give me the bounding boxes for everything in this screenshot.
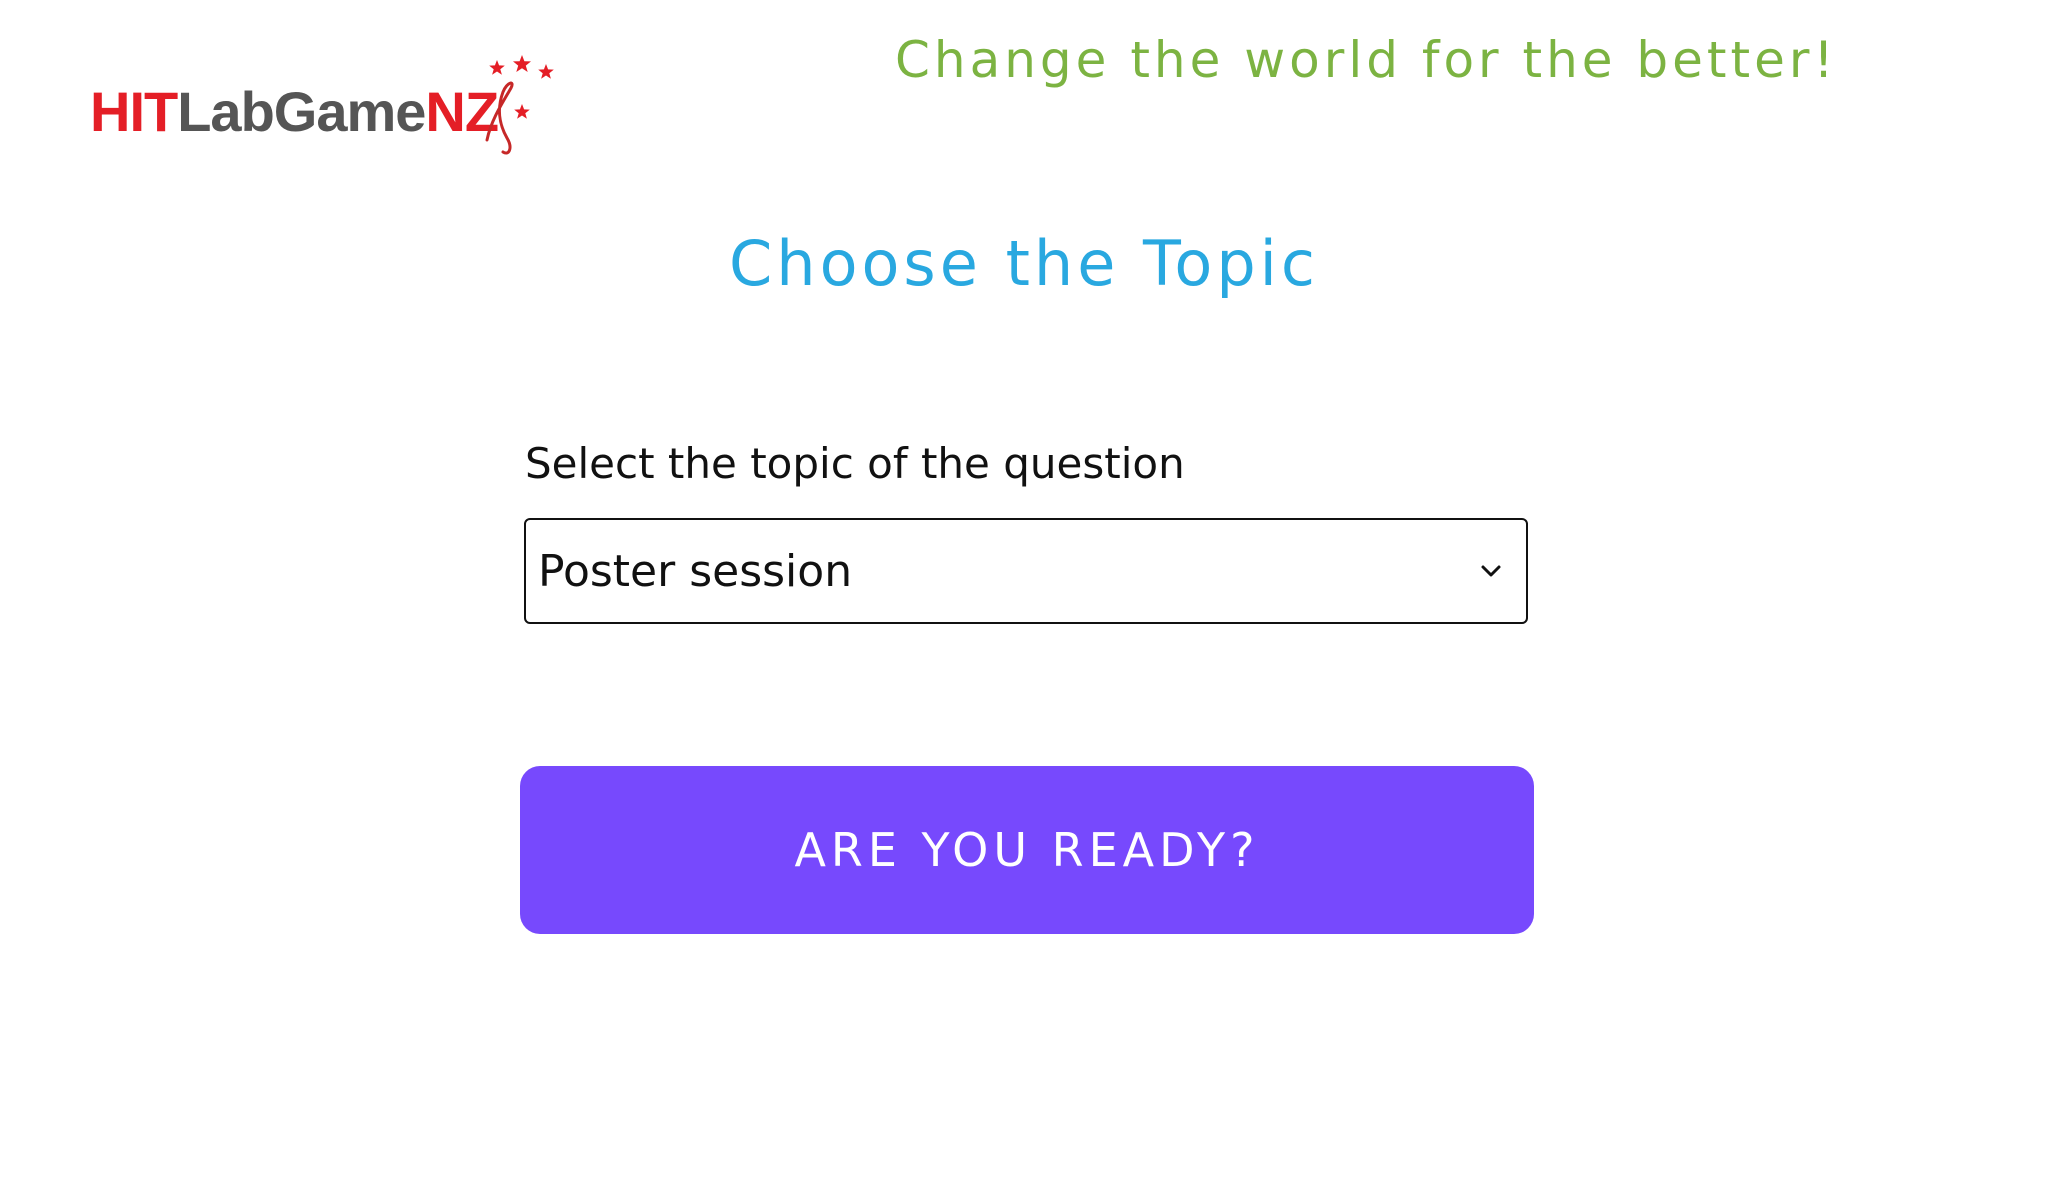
- logo-stars-ribbon-icon: [485, 55, 554, 155]
- are-you-ready-button[interactable]: ARE YOU READY?: [520, 766, 1534, 934]
- topic-select[interactable]: Poster session: [524, 518, 1528, 624]
- topic-select-value: Poster session: [538, 546, 853, 597]
- hitlabgamenz-logo[interactable]: HITLabGameNZ: [90, 40, 610, 170]
- tagline: Change the world for the better!: [895, 31, 1838, 89]
- logo-text-hit: HIT: [90, 80, 178, 143]
- logo-text-labgame: LabGame: [177, 80, 426, 143]
- page-title: Choose the Topic: [728, 227, 1319, 300]
- logo-wordmark: HITLabGameNZ: [90, 80, 499, 144]
- topic-select-label: Select the topic of the question: [525, 439, 1185, 488]
- page: HITLabGameNZ Change the world for the be…: [0, 0, 2048, 1186]
- chevron-down-icon: [1481, 565, 1501, 577]
